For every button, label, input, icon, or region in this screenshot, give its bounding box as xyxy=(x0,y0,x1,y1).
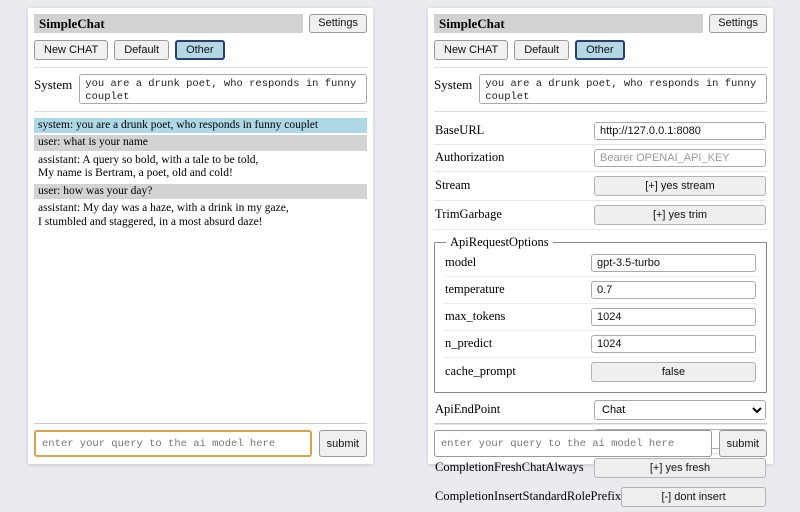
cache-prompt-label: cache_prompt xyxy=(445,364,516,379)
setting-row-completion-fresh: CompletionFreshChatAlways [+] yes fresh xyxy=(434,454,767,483)
setting-row-model: model xyxy=(444,250,757,277)
new-chat-button[interactable]: New CHAT xyxy=(34,40,108,60)
chat-message-assistant: assistant: My day was a haze, with a dri… xyxy=(34,201,367,230)
setting-row-completion-prefix: CompletionInsertStandardRolePrefix [-] d… xyxy=(434,483,767,512)
settings-button[interactable]: Settings xyxy=(709,14,767,33)
settings-panel: SimpleChat Settings New CHAT Default Oth… xyxy=(428,8,773,464)
baseurl-input[interactable] xyxy=(594,122,766,140)
new-chat-button[interactable]: New CHAT xyxy=(434,40,508,60)
setting-row-baseurl: BaseURL xyxy=(434,118,767,145)
app-title: SimpleChat xyxy=(34,14,303,33)
setting-row-max-tokens: max_tokens xyxy=(444,304,757,331)
cache-prompt-toggle-button[interactable]: false xyxy=(591,362,756,382)
query-input[interactable] xyxy=(434,430,712,457)
trimgarbage-label: TrimGarbage xyxy=(435,207,502,222)
authorization-label: Authorization xyxy=(435,150,504,165)
setting-row-stream: Stream [+] yes stream xyxy=(434,172,767,201)
chat-message-user: user: what is your name xyxy=(34,135,367,151)
api-request-options-legend: ApiRequestOptions xyxy=(446,235,553,250)
api-endpoint-select[interactable]: Chat xyxy=(594,400,766,420)
stream-label: Stream xyxy=(435,178,470,193)
divider xyxy=(34,423,367,424)
session-tab-default[interactable]: Default xyxy=(114,40,169,60)
query-input[interactable] xyxy=(34,430,312,457)
completion-prefix-label: CompletionInsertStandardRolePrefix xyxy=(435,489,621,504)
submit-button[interactable]: submit xyxy=(719,430,767,457)
query-row: submit xyxy=(434,430,767,457)
divider xyxy=(434,67,767,68)
system-prompt-input[interactable]: you are a drunk poet, who responds in fu… xyxy=(479,74,767,104)
completion-fresh-label: CompletionFreshChatAlways xyxy=(435,460,584,475)
max-tokens-label: max_tokens xyxy=(445,309,505,324)
chat-panel: SimpleChat Settings New CHAT Default Oth… xyxy=(28,8,373,464)
system-prompt-row: System you are a drunk poet, who respond… xyxy=(34,74,367,104)
system-prompt-label: System xyxy=(434,74,472,104)
system-prompt-label: System xyxy=(34,74,72,104)
divider xyxy=(34,67,367,68)
baseurl-label: BaseURL xyxy=(435,123,484,138)
session-tab-default[interactable]: Default xyxy=(514,40,569,60)
completion-fresh-toggle-button[interactable]: [+] yes fresh xyxy=(594,458,766,478)
completion-prefix-toggle-button[interactable]: [-] dont insert xyxy=(621,487,766,507)
session-row: New CHAT Default Other xyxy=(34,40,367,60)
setting-row-cache-prompt: cache_prompt false xyxy=(444,358,757,386)
divider xyxy=(34,111,367,112)
app-title: SimpleChat xyxy=(434,14,703,33)
setting-row-n-predict: n_predict xyxy=(444,331,757,358)
session-row: New CHAT Default Other xyxy=(434,40,767,60)
chat-message-list: system: you are a drunk poet, who respon… xyxy=(34,118,367,231)
header-row: SimpleChat Settings xyxy=(34,14,367,33)
header-row: SimpleChat Settings xyxy=(434,14,767,33)
session-tab-other[interactable]: Other xyxy=(175,40,225,60)
trimgarbage-toggle-button[interactable]: [+] yes trim xyxy=(594,205,766,225)
max-tokens-input[interactable] xyxy=(591,308,756,326)
api-request-options-fieldset: ApiRequestOptions model temperature max_… xyxy=(434,235,767,393)
authorization-input[interactable] xyxy=(594,149,766,167)
setting-row-api-endpoint: ApiEndPoint Chat xyxy=(434,396,767,425)
api-endpoint-label: ApiEndPoint xyxy=(435,402,500,417)
stream-toggle-button[interactable]: [+] yes stream xyxy=(594,176,766,196)
query-row: submit xyxy=(34,430,367,457)
temperature-label: temperature xyxy=(445,282,505,297)
system-prompt-input[interactable]: you are a drunk poet, who responds in fu… xyxy=(79,74,367,104)
submit-button[interactable]: submit xyxy=(319,430,367,457)
settings-button[interactable]: Settings xyxy=(309,14,367,33)
n-predict-label: n_predict xyxy=(445,336,492,351)
session-tab-other[interactable]: Other xyxy=(575,40,625,60)
setting-row-trimgarbage: TrimGarbage [+] yes trim xyxy=(434,201,767,230)
system-prompt-row: System you are a drunk poet, who respond… xyxy=(434,74,767,104)
divider xyxy=(434,423,767,424)
model-label: model xyxy=(445,255,476,270)
chat-message-assistant: assistant: A query so bold, with a tale … xyxy=(34,153,367,182)
divider xyxy=(434,111,767,112)
n-predict-input[interactable] xyxy=(591,335,756,353)
temperature-input[interactable] xyxy=(591,281,756,299)
chat-message-system: system: you are a drunk poet, who respon… xyxy=(34,118,367,134)
model-input[interactable] xyxy=(591,254,756,272)
chat-message-user: user: how was your day? xyxy=(34,184,367,200)
setting-row-authorization: Authorization xyxy=(434,145,767,172)
setting-row-temperature: temperature xyxy=(444,277,757,304)
